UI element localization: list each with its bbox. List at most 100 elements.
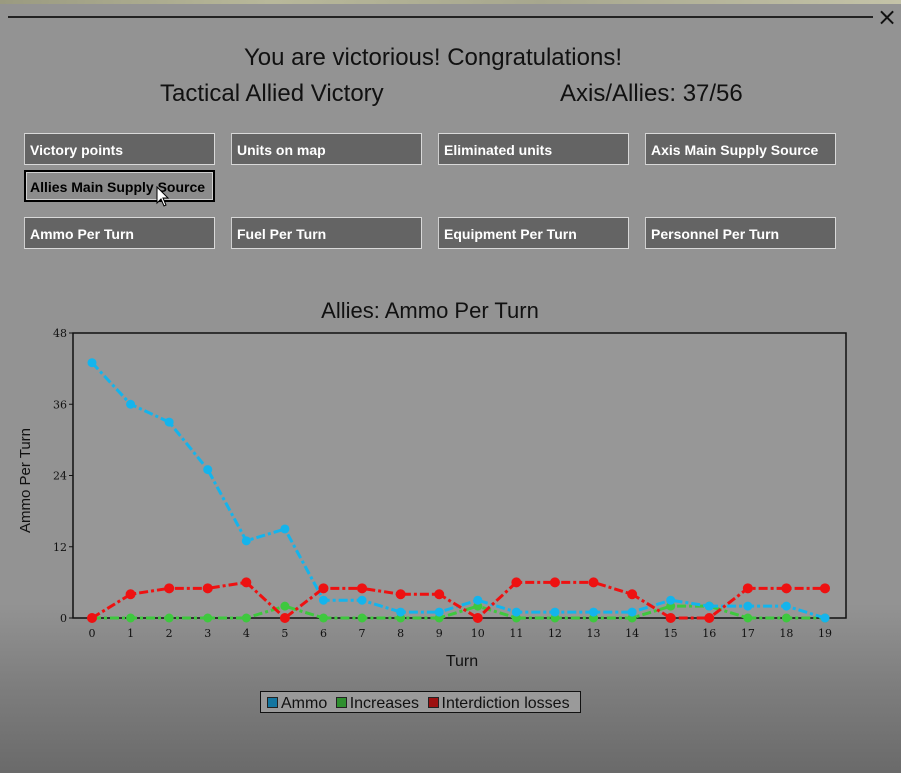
x-tick-label: 18 xyxy=(779,627,793,640)
data-point-interdiction-losses xyxy=(434,589,445,600)
axis-main-supply-source-button[interactable]: Axis Main Supply Source xyxy=(645,133,836,165)
data-point-ammo xyxy=(318,595,328,605)
data-point-interdiction-losses xyxy=(781,583,792,594)
equipment-per-turn-button[interactable]: Equipment Per Turn xyxy=(438,217,629,249)
data-point-interdiction-losses xyxy=(742,583,753,594)
y-tick-label: 12 xyxy=(53,541,67,554)
data-point-interdiction-losses xyxy=(164,583,175,594)
close-icon[interactable]: × xyxy=(876,5,898,29)
legend-swatch-ammo xyxy=(267,697,278,708)
data-point-increases xyxy=(318,613,328,623)
data-point-increases xyxy=(781,613,791,623)
x-tick-label: 12 xyxy=(548,627,562,640)
x-tick-label: 3 xyxy=(204,627,211,640)
data-point-interdiction-losses xyxy=(202,583,213,594)
data-point-ammo xyxy=(743,601,753,611)
eliminated-units-button[interactable]: Eliminated units xyxy=(438,133,629,165)
legend-label-ammo: Ammo xyxy=(281,695,328,712)
data-point-interdiction-losses xyxy=(318,583,329,594)
data-point-ammo xyxy=(781,601,791,611)
x-tick-label: 7 xyxy=(359,627,366,640)
data-point-increases xyxy=(241,613,251,623)
data-point-interdiction-losses xyxy=(820,583,830,594)
data-point-increases xyxy=(357,613,367,623)
x-axis-label: Turn xyxy=(446,653,478,670)
data-point-interdiction-losses xyxy=(357,583,368,594)
data-point-interdiction-losses xyxy=(665,613,676,623)
fuel-per-turn-button[interactable]: Fuel Per Turn xyxy=(231,217,422,249)
allies-main-supply-source-button[interactable]: Allies Main Supply Source xyxy=(24,170,215,202)
ammo-chart: 0122436480 1 2 3 4 5 6 7 8 9 10 11 12 13 14 15 16 17 18 19T… xyxy=(17,327,847,670)
data-point-increases xyxy=(203,613,213,623)
data-point-ammo xyxy=(203,465,213,475)
data-point-ammo xyxy=(241,536,251,546)
score-label: Axis/Allies: 37/56 xyxy=(560,80,743,107)
data-point-ammo xyxy=(87,358,97,368)
x-tick-label: 9 xyxy=(436,627,443,640)
ammo-per-turn-button[interactable]: Ammo Per Turn xyxy=(24,217,215,249)
data-point-interdiction-losses xyxy=(627,589,638,600)
data-point-ammo xyxy=(511,607,521,617)
data-point-ammo xyxy=(280,524,290,534)
data-point-ammo xyxy=(666,595,676,605)
legend-swatch-interdiction xyxy=(427,697,439,708)
x-tick-label: 11 xyxy=(509,627,523,640)
y-tick-label: 36 xyxy=(53,398,67,411)
data-point-ammo xyxy=(704,601,714,611)
legend-item-interdiction: Interdiction losses xyxy=(427,695,570,713)
y-tick-label: 24 xyxy=(53,470,67,483)
data-point-ammo xyxy=(164,417,174,427)
data-point-ammo xyxy=(434,607,444,617)
data-point-ammo xyxy=(589,607,599,617)
data-point-ammo xyxy=(627,607,637,617)
data-point-interdiction-losses xyxy=(704,613,715,623)
x-tick-label: 2 xyxy=(166,627,173,640)
data-point-interdiction-losses xyxy=(241,577,252,588)
legend-item-increases: Increases xyxy=(335,695,420,713)
legend-label-interdiction: Interdiction losses xyxy=(441,695,570,712)
data-point-ammo xyxy=(550,607,560,617)
legend-swatch-increases xyxy=(335,697,347,708)
units-on-map-button[interactable]: Units on map xyxy=(231,133,422,165)
x-tick-label: 8 xyxy=(397,627,404,640)
y-axis-label: Ammo Per Turn xyxy=(17,428,34,533)
x-tick-label: 10 xyxy=(471,627,485,640)
x-tick-label: 17 xyxy=(741,627,755,640)
x-tick-label: 6 xyxy=(320,627,327,640)
data-point-increases xyxy=(126,613,136,623)
x-tick-label: 15 xyxy=(664,627,678,640)
data-point-ammo xyxy=(473,595,483,605)
data-point-interdiction-losses xyxy=(395,589,406,600)
personnel-per-turn-button[interactable]: Personnel Per Turn xyxy=(645,217,836,249)
x-tick-label: 4 xyxy=(243,627,250,640)
data-point-interdiction-losses xyxy=(472,613,483,623)
data-point-interdiction-losses xyxy=(279,613,290,623)
data-point-ammo xyxy=(820,613,830,623)
x-tick-label: 16 xyxy=(702,627,716,640)
x-tick-label: 0 xyxy=(89,627,96,640)
legend-item-ammo: Ammo xyxy=(267,695,327,713)
victory-headline: You are victorious! Congratulations! xyxy=(244,44,622,71)
data-point-increases xyxy=(743,613,753,623)
mouse-cursor-icon xyxy=(156,186,170,207)
title-bar-rule xyxy=(8,16,873,18)
y-tick-label: 0 xyxy=(60,612,67,625)
legend-label-increases: Increases xyxy=(349,695,420,712)
data-point-ammo xyxy=(396,607,406,617)
x-tick-label: 1 xyxy=(127,627,134,640)
data-point-interdiction-losses xyxy=(125,589,136,600)
victory-type-label: Tactical Allied Victory xyxy=(160,80,384,107)
victory-points-button[interactable]: Victory points xyxy=(24,133,215,165)
data-point-ammo xyxy=(126,399,136,409)
plot-area xyxy=(72,332,847,619)
data-point-interdiction-losses xyxy=(511,577,522,588)
x-tick-label: 13 xyxy=(587,627,601,640)
y-tick-label: 48 xyxy=(53,327,67,340)
x-tick-label: 5 xyxy=(281,627,288,640)
chart-title: Allies: Ammo Per Turn xyxy=(321,298,539,323)
data-point-increases xyxy=(164,613,174,623)
x-tick-label: 14 xyxy=(625,627,639,640)
data-point-increases xyxy=(280,601,290,611)
data-point-ammo xyxy=(357,595,367,605)
x-tick-label: 19 xyxy=(818,627,832,640)
